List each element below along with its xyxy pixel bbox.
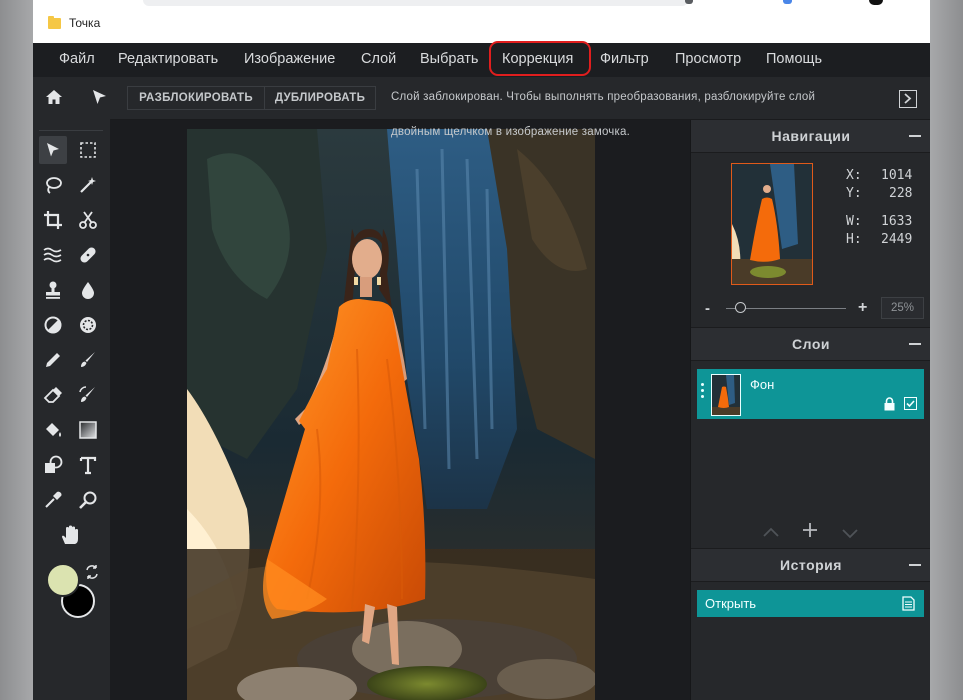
move-tool-icon[interactable] (39, 136, 67, 164)
bookmark-label: Точка (69, 16, 101, 30)
dodge-tool-icon[interactable] (39, 311, 67, 339)
brush-tool-icon[interactable] (74, 346, 102, 374)
menu-view[interactable]: Просмотр (675, 51, 741, 67)
zoom-tool-icon[interactable] (74, 486, 102, 514)
document-icon (902, 596, 915, 616)
eraser-tool-icon[interactable] (39, 381, 67, 409)
zoom-out-button[interactable]: - (705, 300, 710, 317)
history-item-label: Открыть (705, 596, 757, 611)
nav-w-value: 1633 (881, 214, 913, 229)
history-title: История (780, 557, 842, 573)
nav-y-value: 228 (889, 186, 913, 201)
locked-layer-message-line2: двойным щелчком в изображение замочка. (391, 126, 630, 138)
right-panels: Навигации X: 1014 Y: 228 W: 1633 H: 2449… (690, 120, 930, 700)
navigator-minimize-icon[interactable] (909, 135, 921, 137)
zoom-value-field[interactable]: 25% (881, 297, 924, 319)
sponge-tool-icon[interactable] (74, 311, 102, 339)
zoom-slider-handle[interactable] (735, 302, 746, 313)
layers-title: Слои (792, 336, 830, 352)
history-minimize-icon[interactable] (909, 564, 921, 566)
layer-row[interactable]: Фон (697, 369, 924, 419)
canvas-image[interactable] (187, 129, 595, 700)
app-window: Точка Файл Редактировать Изображение Сло… (33, 0, 930, 700)
nav-h-label: H: (846, 232, 862, 247)
menu-help[interactable]: Помощь (766, 51, 822, 67)
canvas-area[interactable] (110, 120, 690, 700)
lock-icon[interactable] (883, 397, 896, 416)
nav-h-value: 2449 (881, 232, 913, 247)
drag-handle-icon[interactable] (701, 383, 704, 386)
browser-bookmarks-bar: Точка (33, 0, 930, 43)
magic-wand-tool-icon[interactable] (74, 171, 102, 199)
layer-name: Фон (750, 377, 775, 392)
locked-layer-message: Слой заблокирован. Чтобы выполнять преоб… (391, 91, 816, 103)
panel-toggle-icon[interactable] (899, 90, 917, 108)
shape-tool-icon[interactable] (39, 451, 67, 479)
marquee-tool-icon[interactable] (74, 136, 102, 164)
menu-filter[interactable]: Фильтр (600, 51, 649, 67)
layer-thumbnail (711, 374, 741, 416)
browser-extension-icon[interactable] (783, 0, 792, 4)
menu-bar: Файл Редактировать Изображение Слой Выбр… (33, 43, 930, 77)
scissors-tool-icon[interactable] (74, 206, 102, 234)
stamp-tool-icon[interactable] (39, 276, 67, 304)
pencil-tool-icon[interactable] (39, 346, 67, 374)
right-backdrop (930, 0, 963, 700)
move-layer-up-icon[interactable] (763, 524, 779, 542)
history-header[interactable]: История (691, 548, 930, 582)
lasso-tool-icon[interactable] (39, 171, 67, 199)
foreground-color-swatch[interactable] (46, 563, 80, 597)
nav-x-value: 1014 (881, 168, 913, 183)
nav-x-label: X: (846, 168, 862, 183)
menu-file[interactable]: Файл (59, 51, 95, 67)
move-layer-down-icon[interactable] (842, 526, 858, 544)
fill-tool-icon[interactable] (39, 416, 67, 444)
menu-highlight-outline (489, 41, 591, 76)
nav-w-label: W: (846, 214, 862, 229)
layers-header[interactable]: Слои (691, 327, 930, 361)
navigator-title: Навигации (771, 128, 851, 144)
healing-tool-icon[interactable] (74, 241, 102, 269)
swap-colors-icon[interactable] (85, 564, 99, 585)
move-arrow-icon[interactable] (89, 87, 109, 112)
browser-profile-icon[interactable] (869, 0, 883, 5)
zoom-in-button[interactable]: + (858, 299, 867, 317)
layers-minimize-icon[interactable] (909, 343, 921, 345)
liquify-tool-icon[interactable] (39, 241, 67, 269)
left-backdrop (0, 0, 33, 700)
crop-tool-icon[interactable] (39, 206, 67, 234)
navigator-header[interactable]: Навигации (691, 120, 930, 153)
history-item[interactable]: Открыть (697, 590, 924, 617)
menu-select[interactable]: Выбрать (420, 51, 478, 67)
replace-color-tool-icon[interactable] (74, 381, 102, 409)
gradient-tool-icon[interactable] (74, 416, 102, 444)
browser-address-bar-edge (143, 0, 688, 6)
text-tool-icon[interactable] (74, 451, 102, 479)
menu-edit[interactable]: Редактировать (118, 51, 218, 67)
visibility-checkbox-icon[interactable] (904, 397, 917, 410)
navigator-thumbnail[interactable] (731, 163, 813, 285)
eyedropper-tool-icon[interactable] (39, 486, 67, 514)
menu-image[interactable]: Изображение (244, 51, 335, 67)
menu-layer[interactable]: Слой (361, 51, 396, 67)
folder-icon (48, 15, 61, 29)
blur-tool-icon[interactable] (74, 276, 102, 304)
home-icon[interactable] (44, 87, 64, 112)
nav-y-label: Y: (846, 186, 862, 201)
unlock-button[interactable]: РАЗБЛОКИРОВАТЬ (127, 86, 265, 110)
duplicate-button[interactable]: ДУБЛИРОВАТЬ (264, 86, 376, 110)
add-layer-icon[interactable] (802, 522, 818, 543)
bookmark-item[interactable]: Точка (48, 15, 101, 30)
browser-extension-icon[interactable] (685, 0, 693, 4)
hand-tool-icon[interactable] (56, 521, 84, 549)
